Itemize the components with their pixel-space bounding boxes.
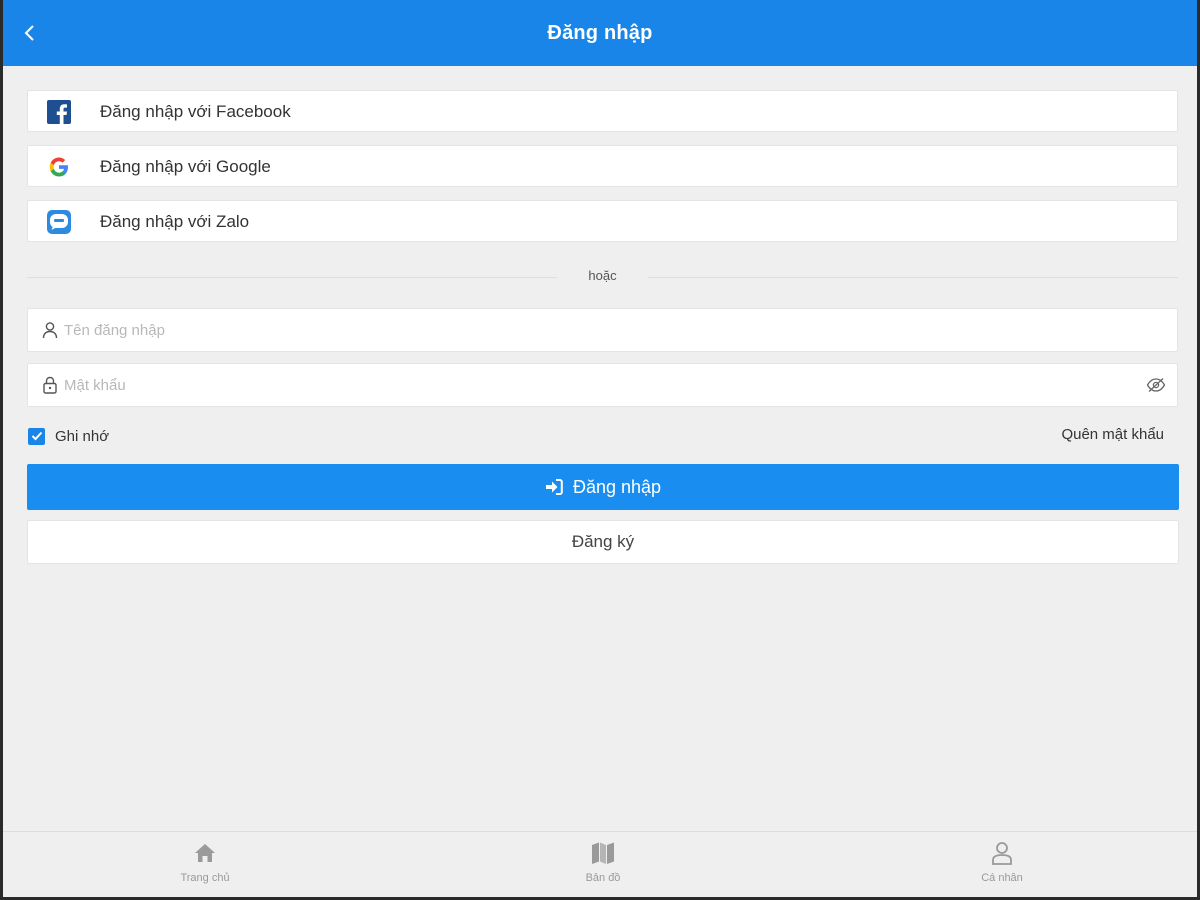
username-input[interactable] [64, 309, 1124, 351]
password-field [27, 363, 1178, 407]
remember-checkbox[interactable]: Ghi nhớ [28, 426, 109, 446]
app-header: Đăng nhập [3, 0, 1197, 66]
nav-item-home[interactable]: Trang chủ [145, 840, 265, 890]
password-input[interactable] [64, 364, 1124, 406]
divider-text: hoặc [588, 268, 617, 283]
user-icon [40, 320, 60, 340]
home-icon [193, 840, 217, 866]
google-login-button[interactable]: Đăng nhập với Google [27, 145, 1178, 187]
map-icon [591, 840, 615, 866]
forgot-password-link[interactable]: Quên mật khẩu [1061, 426, 1164, 443]
eye-off-icon[interactable] [1145, 375, 1167, 395]
user-icon [990, 840, 1014, 866]
app-frame: Đăng nhập Đăng nhập với Facebook Đăng nh… [0, 0, 1200, 900]
nav-label-profile: Cá nhân [981, 872, 1023, 884]
google-login-label: Đăng nhập với Google [100, 157, 271, 176]
checkbox-checked[interactable] [28, 427, 45, 445]
nav-item-map[interactable]: Bản đồ [543, 840, 663, 890]
bottom-nav: Trang chủ Bản đồ Cá nhân [3, 831, 1197, 897]
register-button[interactable]: Đăng ký [27, 520, 1179, 564]
facebook-login-label: Đăng nhập với Facebook [100, 102, 291, 121]
login-button[interactable]: Đăng nhập [27, 464, 1179, 510]
page-title: Đăng nhập [547, 22, 653, 44]
sign-in-icon [545, 479, 563, 495]
facebook-login-button[interactable]: Đăng nhập với Facebook [27, 90, 1178, 132]
nav-item-profile[interactable]: Cá nhân [942, 840, 1062, 890]
zalo-icon [46, 209, 72, 235]
or-divider: hoặc [27, 268, 1178, 286]
login-button-label: Đăng nhập [572, 476, 662, 497]
checkmark-icon [31, 431, 42, 441]
facebook-icon [46, 99, 72, 125]
username-field [27, 308, 1178, 352]
zalo-login-label: Đăng nhập với Zalo [100, 212, 250, 231]
lock-icon [40, 375, 60, 395]
nav-label-home: Trang chủ [180, 872, 230, 884]
remember-label: Ghi nhớ [55, 427, 110, 445]
nav-label-map: Bản đồ [585, 872, 621, 884]
google-icon [46, 154, 72, 180]
zalo-login-button[interactable]: Đăng nhập với Zalo [27, 200, 1178, 242]
